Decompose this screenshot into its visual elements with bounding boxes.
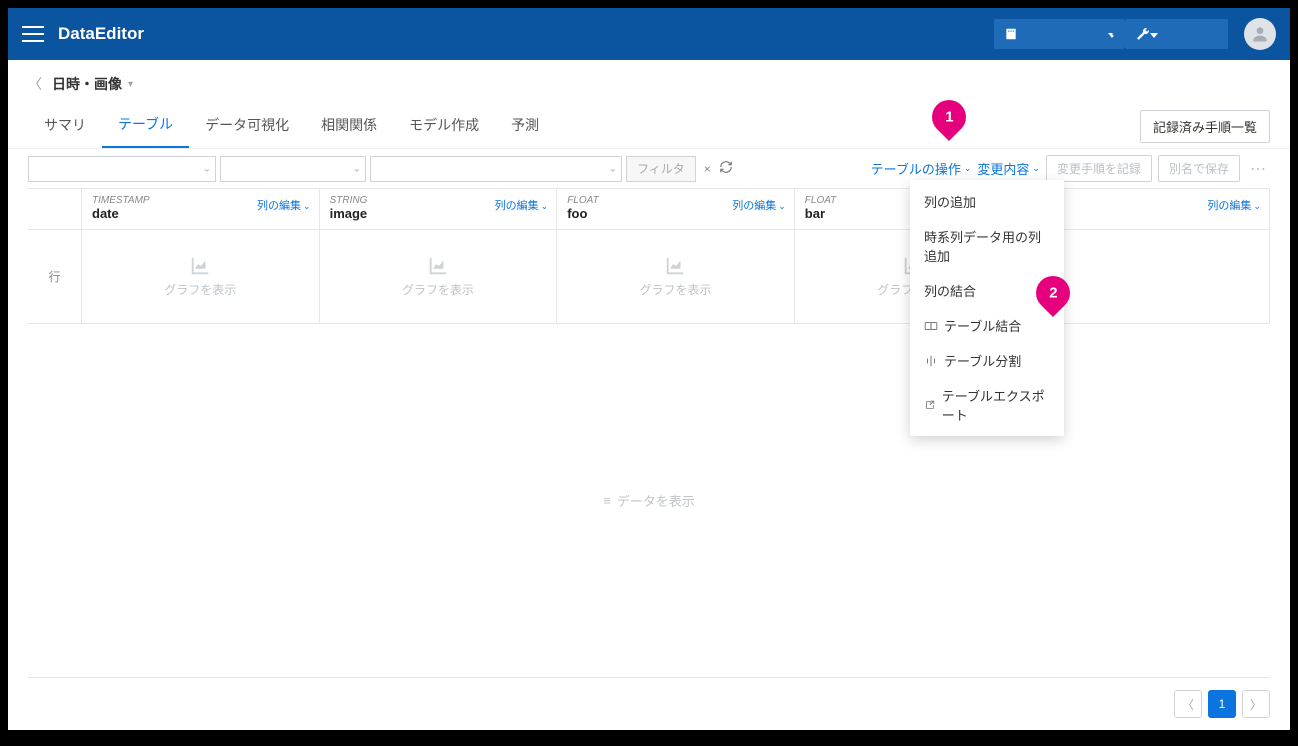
chart-icon [664,255,686,277]
page-title: 日時・画像 [52,74,122,94]
building-icon [1004,27,1018,41]
table-area: TIMESTAMP date 列の編集⌄ STRING image 列の編集⌄ … [8,188,1290,682]
table-body-empty: ≡ データを表示 [28,324,1270,678]
app-topbar: DataEditor [8,8,1290,60]
menu-add-ts-column[interactable]: 時系列データ用の列追加 [910,219,1064,273]
refresh-icon[interactable] [719,160,733,177]
tab-model[interactable]: モデル作成 [393,105,495,147]
chart-icon [427,255,449,277]
recorded-steps-button[interactable]: 記録済み手順一覧 [1140,110,1270,143]
column-header-foo: FLOAT foo 列の編集⌄ [557,189,795,229]
column-header-empty: 列の編集⌄ [1032,189,1270,229]
column-header-image: STRING image 列の編集⌄ [320,189,558,229]
callout-pin-1: 1 [932,100,966,144]
wrench-icon [1136,27,1150,41]
tab-summary[interactable]: サマリ [28,105,102,147]
graph-cell[interactable]: グラフを表示 [557,230,795,323]
column-edit-link[interactable]: 列の編集⌄ [257,197,311,213]
row-header-spacer [28,189,82,229]
filter-button[interactable]: フィルタ [626,156,696,182]
column-edit-link[interactable]: 列の編集⌄ [732,197,786,213]
pager-prev[interactable]: 〈 [1174,690,1202,718]
export-icon [924,398,936,412]
tab-visualize[interactable]: データ可視化 [189,105,305,147]
list-bullet-icon: ≡ [603,493,611,508]
menu-export-table[interactable]: テーブルエクスポート [910,378,1064,432]
column-edit-link[interactable]: 列の編集⌄ [495,197,549,213]
app-title: DataEditor [58,24,144,44]
breadcrumb: 〈 日時・画像 ▾ [8,60,1290,104]
row-header-label: 行 [28,230,82,323]
person-icon [1250,24,1270,44]
graph-row: 行 グラフを表示 グラフを表示 グラフを表示 グラフを表示 [28,230,1270,324]
chart-icon [189,255,211,277]
pagination: 〈 1 〉 [8,682,1290,730]
table-header: TIMESTAMP date 列の編集⌄ STRING image 列の編集⌄ … [28,188,1270,230]
tab-correlation[interactable]: 相関関係 [305,105,393,147]
filter-select-3[interactable]: ⌄ [370,156,622,182]
menu-split-table[interactable]: テーブル分割 [910,343,1064,378]
graph-cell[interactable]: グラフを表示 [320,230,558,323]
tab-table[interactable]: テーブル [102,104,189,148]
filter-bar: ⌄ ⌄ ⌄ フィルタ × テーブルの操作⌄ 変更内容⌄ 変更手順を記録 別名で保… [8,149,1290,188]
graph-cell[interactable]: グラフを表示 [82,230,320,323]
changes-label: 変更内容 [977,159,1029,178]
column-header-date: TIMESTAMP date 列の編集⌄ [82,189,320,229]
menu-icon[interactable] [22,26,44,42]
split-icon [924,354,938,368]
clear-filter-icon[interactable]: × [704,162,711,176]
title-dropdown-icon[interactable]: ▾ [128,79,133,90]
join-icon [924,319,938,333]
menu-add-column[interactable]: 列の追加 [910,184,1064,219]
tab-predict[interactable]: 予測 [495,105,555,147]
tools-dropdown[interactable] [1126,19,1228,49]
changes-link[interactable]: 変更内容⌄ [977,159,1040,178]
table-ops-label: テーブルの操作 [871,159,961,178]
pager-page-1[interactable]: 1 [1208,690,1236,718]
user-avatar[interactable] [1244,18,1276,50]
tabs-bar: サマリ テーブル データ可視化 相関関係 モデル作成 予測 記録済み手順一覧 [8,104,1290,149]
save-as-button[interactable]: 別名で保存 [1158,155,1240,182]
callout-pin-2: 2 [1036,276,1070,320]
back-chevron-icon[interactable]: 〈 [28,74,42,94]
pager-next[interactable]: 〉 [1242,690,1270,718]
org-dropdown[interactable] [994,19,1124,49]
show-data-label[interactable]: データを表示 [617,491,695,510]
table-ops-link[interactable]: テーブルの操作⌄ [871,159,972,178]
filter-select-1[interactable]: ⌄ [28,156,216,182]
record-steps-button[interactable]: 変更手順を記録 [1046,155,1152,182]
column-edit-link[interactable]: 列の編集⌄ [1207,197,1261,213]
more-icon[interactable]: ⋯ [1246,159,1270,179]
filter-select-2[interactable]: ⌄ [220,156,366,182]
